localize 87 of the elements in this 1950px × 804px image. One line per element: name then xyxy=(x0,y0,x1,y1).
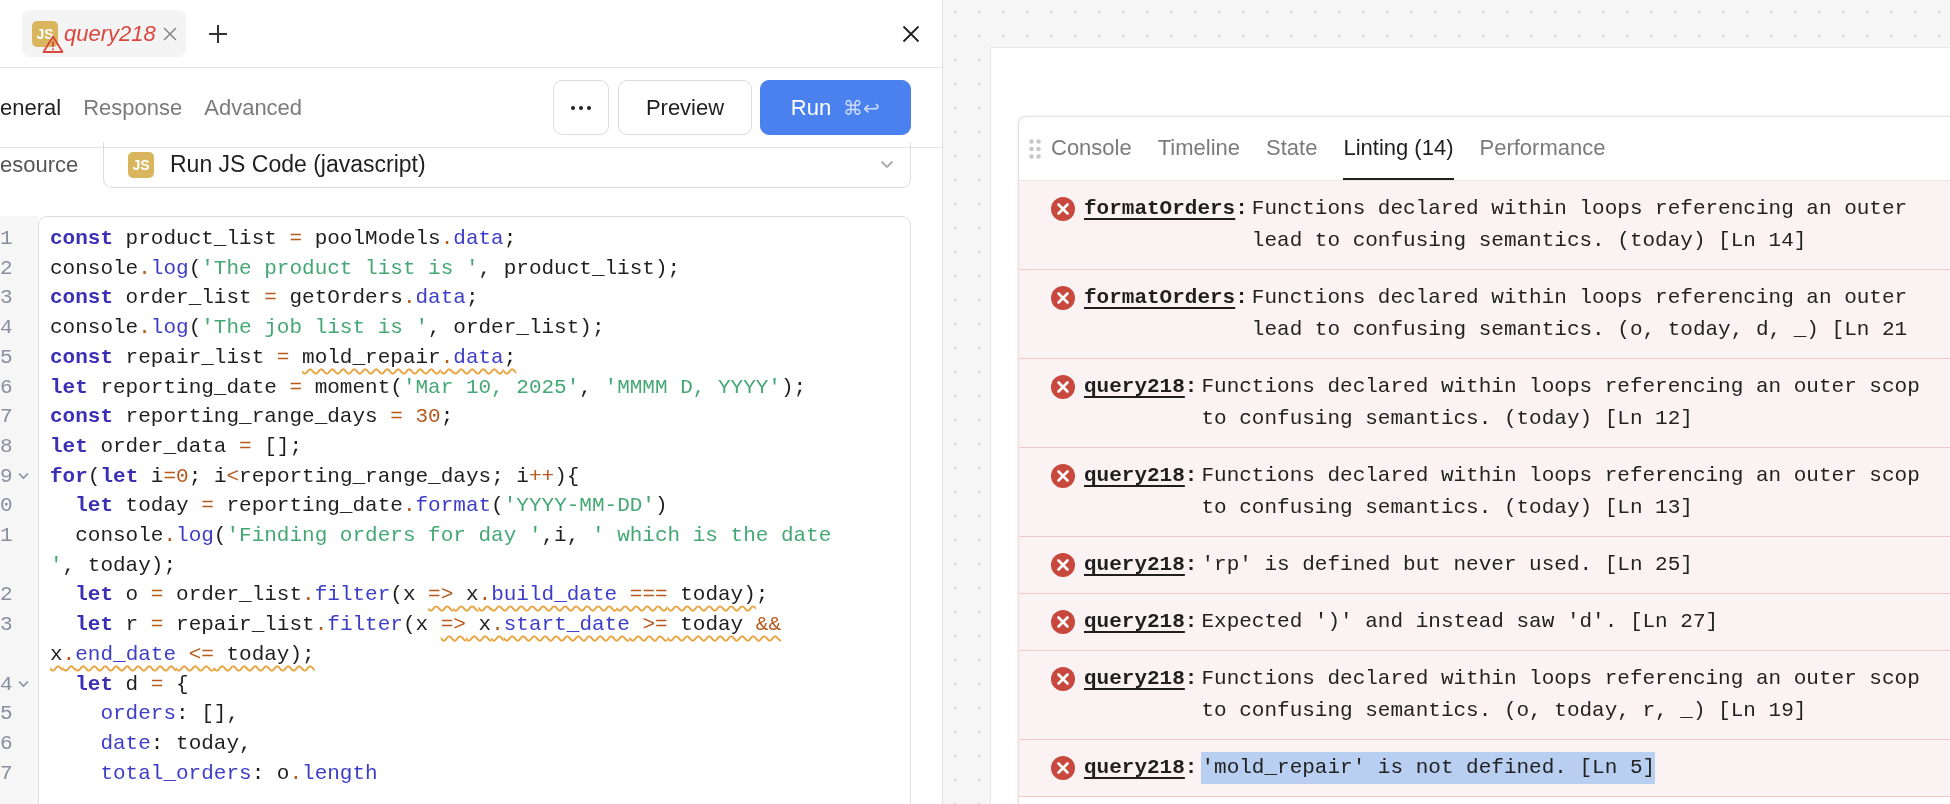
plus-icon[interactable] xyxy=(207,23,228,44)
lint-message: 'rp' is defined but never used. [Ln 25] xyxy=(1201,552,1693,578)
code-line: let reporting_date = moment('Mar 10, 2025', 'MMMM D, YYYY'); xyxy=(50,374,807,401)
code-line: const reporting_range_days = 30; xyxy=(50,404,454,431)
lint-row[interactable]: formatOrders: Functions declared within loops referencing an outer lead to confusing semantics. (today) [Ln 14] xyxy=(1019,181,1950,270)
editor-tab[interactable]: Advanced xyxy=(204,94,303,121)
lint-message: Functions declared within loops referencing an outer lead to confusing semantics. (o, today, d, _) [Ln 21 xyxy=(1251,285,1908,343)
lint-message: Functions declared within loops referencing an outer scop to confusing semantics. (today) [Ln 12] xyxy=(1201,374,1920,432)
code-line: console.log('The job list is ', order_list); xyxy=(50,315,605,342)
code-line: let d = { xyxy=(74,671,189,698)
source-link[interactable]: query218: xyxy=(1084,606,1198,638)
field-label: esource xyxy=(0,151,80,178)
query-tab[interactable]: JS query218 xyxy=(22,10,186,57)
code-line: let o = order_list.filter(x => x.build_date === today); xyxy=(74,582,769,609)
lint-message: Functions declared within loops referencing an outer scop to confusing semantics. (today) [Ln 13] xyxy=(1201,463,1920,521)
line-number: 3 xyxy=(0,612,12,639)
source-link[interactable]: query218: xyxy=(1084,752,1198,784)
editor-tab[interactable]: Response xyxy=(83,94,183,121)
source-link[interactable]: query218: xyxy=(1084,663,1198,695)
code-line: for(let i=0; i<reporting_range_days; i++){ xyxy=(50,463,580,490)
code-line: console.log('Finding orders for day ',i, ' which is the date ', today); xyxy=(50,523,832,579)
lint-message: 'mold_repair' is not defined. [Ln 5] xyxy=(1201,752,1656,784)
line-number: 7 xyxy=(0,760,12,787)
error-icon xyxy=(1051,667,1075,691)
source-link[interactable]: query218: xyxy=(1084,549,1198,581)
line-number: 6 xyxy=(0,374,12,401)
code-line: let r = repair_list.filter(x => x.start_date >= today && x.end_date <= today); xyxy=(50,612,782,668)
panel-tab[interactable]: State xyxy=(1266,117,1318,180)
code-line: const repair_list = mold_repair.data; xyxy=(50,344,517,371)
code-line: orders: [], xyxy=(99,701,240,728)
source-link[interactable]: query218: xyxy=(1084,460,1198,492)
lint-row[interactable]: query218: Functions declared within loops referencing an outer scop to confusing semantics. (o, today, r, _) [Ln 19] xyxy=(1019,651,1950,740)
lint-row[interactable]: formatOrders: Functions declared within loops referencing an outer lead to confusing semantics. (o, today, d, _) [Ln 21 xyxy=(1019,270,1950,359)
drag-handle-icon[interactable] xyxy=(1029,138,1041,159)
preview-button[interactable]: Preview xyxy=(618,80,752,135)
error-icon xyxy=(1051,286,1075,310)
line-number: 5 xyxy=(0,701,12,728)
line-number: 1 xyxy=(0,523,12,550)
chevron-down-icon[interactable] xyxy=(18,680,29,689)
code-line: console.log('The product list is ', product_list); xyxy=(50,255,681,282)
error-icon xyxy=(1051,197,1075,221)
line-number: 4 xyxy=(0,671,12,698)
lint-row[interactable]: query218: Functions declared within loops referencing an outer scop to confusing semantics. (today) [Ln 12] xyxy=(1019,359,1950,448)
panel-tab[interactable]: Console xyxy=(1051,117,1132,180)
lint-row[interactable]: query218: Functions declared within loops referencing an outer scop to confusing semantics. (today) [Ln 13] xyxy=(1019,448,1950,537)
line-number: 6 xyxy=(0,730,12,757)
line-number: 2 xyxy=(0,582,12,609)
line-number: 8 xyxy=(0,433,12,460)
more-icon xyxy=(571,105,591,110)
lint-row[interactable]: query218: 'rp' is defined but never used. [Ln 25] xyxy=(1019,537,1950,594)
error-icon xyxy=(1051,464,1075,488)
source-link[interactable]: formatOrders: xyxy=(1084,282,1248,314)
line-number: 1 xyxy=(0,226,12,252)
code-line: let order_data = []; xyxy=(50,433,303,460)
chevron-down-icon[interactable] xyxy=(18,472,29,481)
lint-row[interactable]: query218: 'mold_repair' is not defined. [Ln 5] xyxy=(1019,740,1950,797)
lint-message: Expected ')' and instead saw 'd'. [Ln 27] xyxy=(1201,609,1719,635)
lint-row[interactable]: query218: Expected ')' and instead saw 'd'. [Ln 27] xyxy=(1019,594,1950,651)
code-line: const product_list = poolModels.data; xyxy=(50,226,517,252)
code-line: const order_list = getOrders.data; xyxy=(50,285,479,312)
error-icon xyxy=(1051,553,1075,577)
line-number: 9 xyxy=(0,463,12,490)
line-number: 5 xyxy=(0,344,12,371)
chevron-down-icon xyxy=(880,160,894,169)
line-number: 3 xyxy=(0,285,12,312)
close-icon[interactable] xyxy=(902,24,920,43)
resource-select[interactable]: JS Run JS Code (javascript) xyxy=(103,142,911,188)
code-editor[interactable] xyxy=(0,216,911,804)
code-line: let today = reporting_date.format('YYYY-MM-DD') xyxy=(74,493,668,520)
line-number: 7 xyxy=(0,404,12,431)
js-badge: JS xyxy=(32,20,58,47)
code-line: total_orders: o.length xyxy=(99,760,378,787)
editor-tab[interactable]: eneral xyxy=(0,94,62,121)
line-number: 4 xyxy=(0,315,12,342)
panel-tab[interactable]: Performance xyxy=(1479,117,1606,180)
line-number: 2 xyxy=(0,255,12,282)
code-line: date: today, xyxy=(99,730,252,757)
run-button[interactable]: Run ⌘↩ xyxy=(760,80,911,135)
source-link[interactable]: query218: xyxy=(1084,371,1198,403)
source-link[interactable]: formatOrders: xyxy=(1084,193,1248,225)
error-icon xyxy=(1051,610,1075,634)
lint-message: Functions declared within loops referencing an outer scop to confusing semantics. (o, today, r, _) [Ln 19] xyxy=(1201,666,1920,724)
error-icon xyxy=(1051,756,1075,780)
line-number: 0 xyxy=(0,493,12,520)
lint-message: Functions declared within loops referencing an outer lead to confusing semantics. (today) [Ln 14] xyxy=(1251,196,1908,254)
error-icon xyxy=(1051,375,1075,399)
panel-tab[interactable]: Timeline xyxy=(1157,117,1241,180)
